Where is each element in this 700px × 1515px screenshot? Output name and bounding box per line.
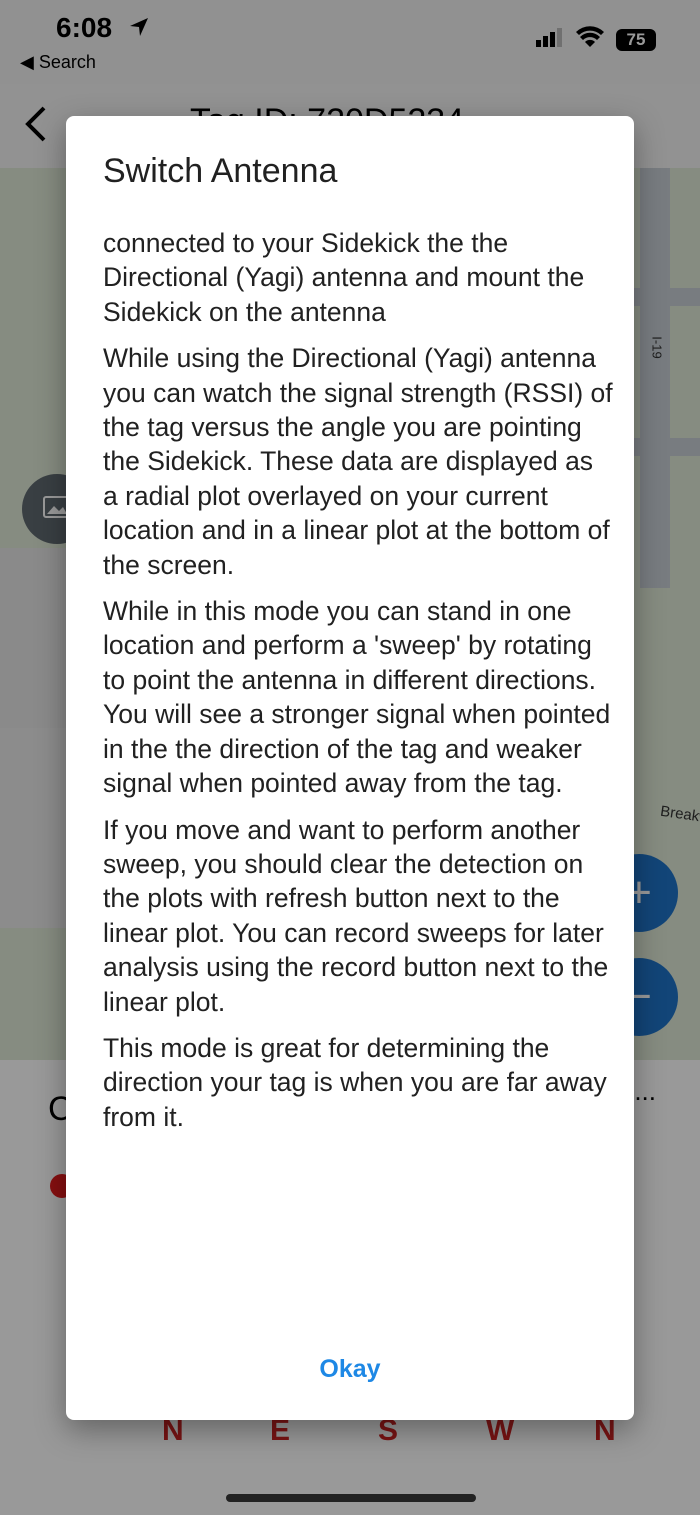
dialog-title: Switch Antenna xyxy=(103,152,338,190)
dialog-paragraph: While using the Directional (Yagi) anten… xyxy=(103,343,613,580)
home-indicator[interactable] xyxy=(226,1494,476,1502)
switch-antenna-dialog: Switch Antenna connected to your Sidekic… xyxy=(66,116,634,1420)
okay-button[interactable]: Okay xyxy=(290,1344,410,1394)
dialog-paragraph: While in this mode you can stand in one … xyxy=(103,596,611,799)
dialog-body: connected to your Sidekick the the Direc… xyxy=(103,226,613,1146)
dialog-paragraph: If you move and want to perform another … xyxy=(103,814,609,1017)
dialog-paragraph: This mode is great for determining the d… xyxy=(103,1032,607,1132)
dialog-paragraph: connected to your Sidekick the the Direc… xyxy=(103,228,585,327)
